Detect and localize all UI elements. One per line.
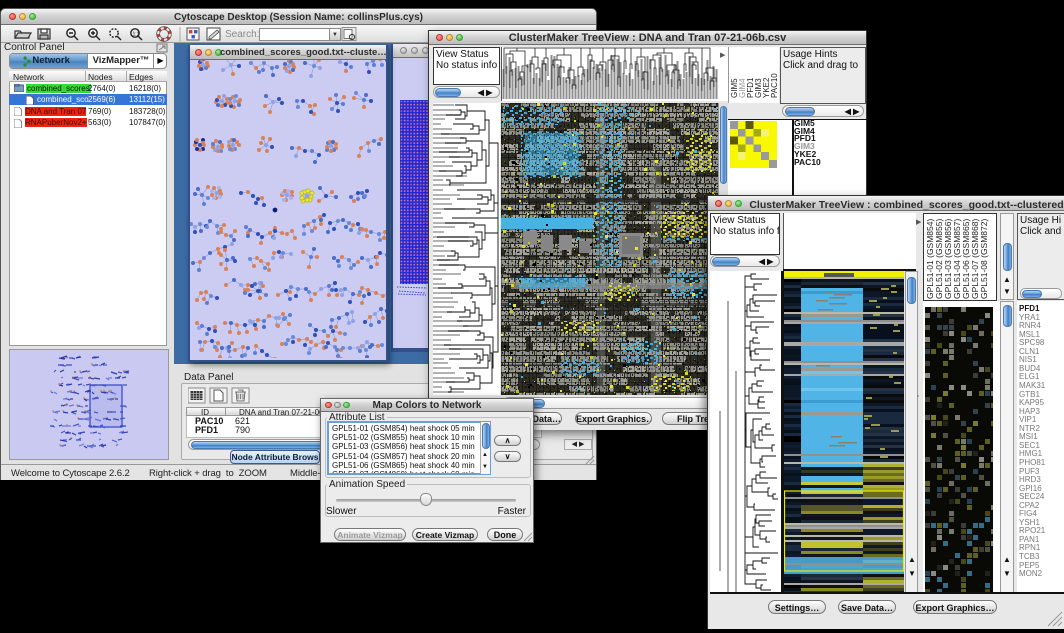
svg-text:1:1: 1:1 bbox=[133, 32, 140, 38]
svg-text:GPL51-08 (GSM872): GPL51-08 (GSM872) bbox=[979, 219, 989, 299]
svg-text:Search:: Search: bbox=[225, 29, 259, 40]
svg-text:PAC10: PAC10 bbox=[770, 73, 779, 98]
